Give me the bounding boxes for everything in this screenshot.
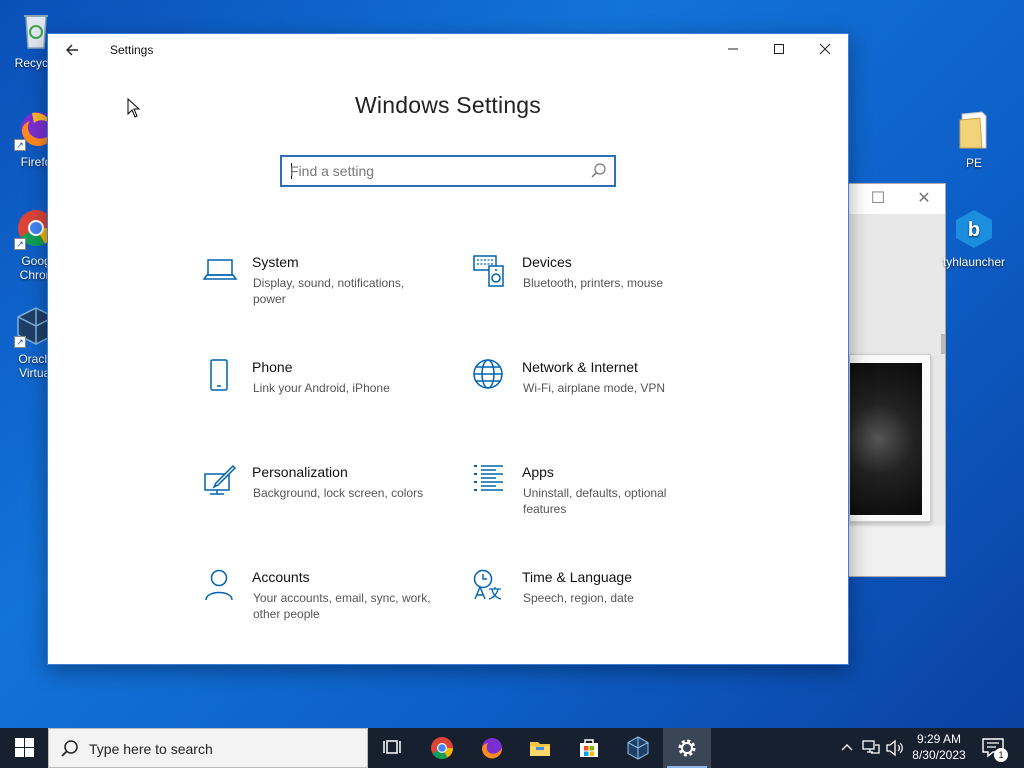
background-window-titlebar[interactable]: ☐ ✕ <box>849 184 945 214</box>
maximize-icon <box>774 44 784 54</box>
tile-phone[interactable]: Phone Link your Android, iPhone <box>202 359 442 439</box>
clock-date: 8/30/2023 <box>912 748 966 762</box>
chevron-up-icon[interactable] <box>838 728 856 768</box>
task-view-button[interactable] <box>368 728 416 768</box>
volume-icon[interactable] <box>884 728 906 768</box>
notification-count-badge: 1 <box>994 748 1008 762</box>
titlebar[interactable]: Settings <box>48 34 848 66</box>
close-button[interactable] <box>802 34 848 66</box>
tile-description: Wi-Fi, airplane mode, VPN <box>523 381 666 395</box>
tile-devices[interactable]: Devices Bluetooth, printers, mouse <box>472 254 712 334</box>
taskbar-chrome[interactable] <box>418 728 466 768</box>
tile-title: System <box>252 254 299 270</box>
tile-title: Accounts <box>252 569 310 585</box>
settings-window[interactable]: Settings Windows Settings System Display… <box>47 33 849 665</box>
launcher-icon: b <box>952 207 996 251</box>
settings-search-box[interactable] <box>280 155 616 187</box>
clock-time: 9:29 AM <box>916 732 962 746</box>
time-language-icon <box>472 569 508 605</box>
maximize-icon[interactable]: ☐ <box>869 190 887 208</box>
dark-preview-image <box>850 363 922 515</box>
task-view-icon <box>383 740 401 754</box>
windows-logo-icon <box>15 738 34 757</box>
phone-icon <box>202 359 238 395</box>
person-icon <box>202 569 238 605</box>
mouse-cursor-icon <box>127 97 141 118</box>
scrollbar-thumb[interactable] <box>941 334 945 354</box>
taskbar-settings[interactable] <box>663 728 711 768</box>
shortcut-arrow-icon: ↗ <box>14 336 26 348</box>
desktop-icon-label: tyhlauncher <box>942 255 1006 269</box>
taskbar: Type here to search 9:29 AM 8/30/2023 1 <box>0 728 1024 768</box>
desktop-icon-pe-folder[interactable]: PE <box>938 108 1010 170</box>
chrome-icon <box>431 737 453 759</box>
folder-icon <box>952 108 996 152</box>
tile-title: Phone <box>252 359 293 375</box>
tile-time-language[interactable]: Time & Language Speech, region, date <box>472 569 712 649</box>
desktop-icon-launcher[interactable]: b tyhlauncher <box>938 207 1010 269</box>
search-icon <box>61 739 79 759</box>
tile-description: Your accounts, email, sync, work, other … <box>253 591 431 621</box>
laptop-icon <box>202 254 238 290</box>
taskbar-search-text: Type here to search <box>89 741 213 757</box>
tile-description: Uninstall, defaults, optional features <box>523 486 667 516</box>
network-icon[interactable] <box>860 728 882 768</box>
devices-icon <box>472 254 508 290</box>
maximize-button[interactable] <box>756 34 802 66</box>
tile-title: Devices <box>522 254 572 270</box>
tile-system[interactable]: System Display, sound, notifications, po… <box>202 254 442 334</box>
tile-accounts[interactable]: Accounts Your accounts, email, sync, wor… <box>202 569 442 649</box>
close-icon[interactable]: ✕ <box>915 190 933 208</box>
search-icon[interactable] <box>590 161 608 181</box>
page-title: Windows Settings <box>355 92 541 118</box>
taskbar-file-explorer[interactable] <box>516 728 564 768</box>
tile-description: Display, sound, notifications, power <box>253 276 405 306</box>
action-center-button[interactable]: 1 <box>980 736 1008 762</box>
search-input[interactable] <box>290 161 580 181</box>
firefox-icon <box>482 738 503 759</box>
file-explorer-icon <box>530 742 550 756</box>
close-icon <box>819 43 831 55</box>
taskbar-store[interactable] <box>565 728 613 768</box>
tile-description: Bluetooth, printers, mouse <box>523 276 664 290</box>
apps-list-icon <box>472 464 508 500</box>
window-title: Settings <box>110 43 154 57</box>
tile-network-internet[interactable]: Network & Internet Wi-Fi, airplane mode,… <box>472 359 712 439</box>
tile-description: Speech, region, date <box>523 591 634 605</box>
desktop-icon-label: PE <box>965 156 982 170</box>
background-window[interactable]: ☐ ✕ <box>848 183 946 577</box>
gear-icon <box>678 739 696 757</box>
shortcut-arrow-icon: ↗ <box>14 139 26 151</box>
preview-frame <box>849 354 931 522</box>
tile-personalization[interactable]: Personalization Background, lock screen,… <box>202 464 442 544</box>
tile-description: Link your Android, iPhone <box>253 381 390 395</box>
tile-apps[interactable]: Apps Uninstall, defaults, optional featu… <box>472 464 712 544</box>
background-window-body <box>849 214 945 526</box>
minimize-button[interactable] <box>710 34 756 66</box>
tile-description: Background, lock screen, colors <box>253 486 424 500</box>
globe-icon <box>472 359 508 395</box>
paint-icon <box>202 464 238 500</box>
start-button[interactable] <box>0 728 48 768</box>
taskbar-firefox[interactable] <box>467 728 515 768</box>
tile-title: Network & Internet <box>522 359 638 375</box>
tile-title: Apps <box>522 464 554 480</box>
taskbar-search-box[interactable]: Type here to search <box>48 728 368 768</box>
minimize-icon <box>728 48 738 50</box>
taskbar-clock[interactable]: 9:29 AM 8/30/2023 <box>906 731 972 763</box>
tile-title: Time & Language <box>522 569 632 585</box>
virtualbox-icon <box>627 736 649 760</box>
store-icon <box>580 739 598 757</box>
back-arrow-icon[interactable] <box>58 38 86 62</box>
shortcut-arrow-icon: ↗ <box>14 238 26 250</box>
svg-text:b: b <box>968 219 980 241</box>
tile-title: Personalization <box>252 464 348 480</box>
taskbar-virtualbox[interactable] <box>614 728 662 768</box>
